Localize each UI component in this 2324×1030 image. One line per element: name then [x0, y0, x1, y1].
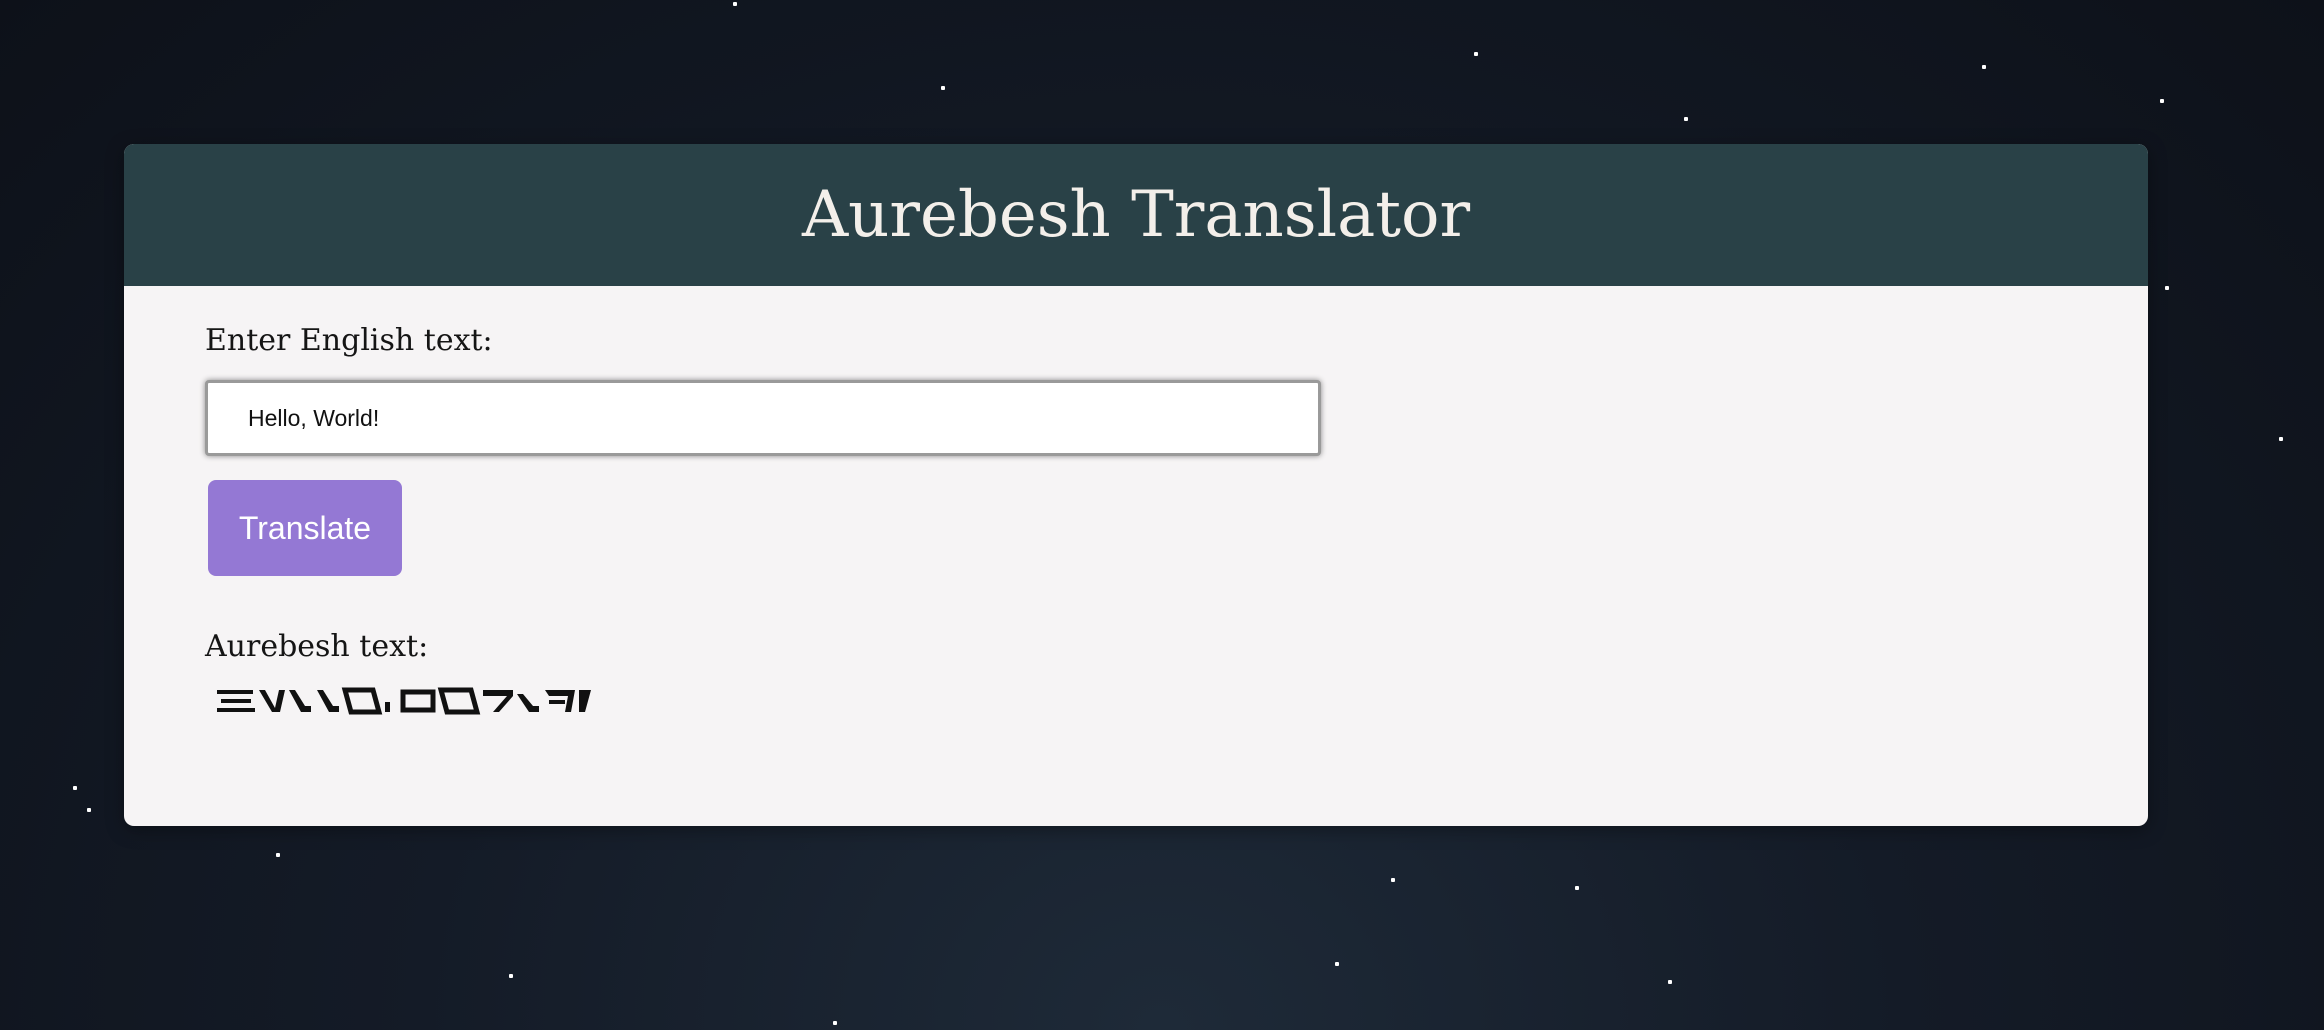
card-header: Aurebesh Translator: [124, 144, 2148, 286]
star: [87, 808, 91, 812]
aurebesh-glyph-l: [289, 690, 311, 712]
star: [1684, 117, 1688, 121]
star: [833, 1021, 837, 1025]
translator-card: Aurebesh Translator Enter English text: …: [124, 144, 2148, 826]
aurebesh-glyph-comma: [385, 702, 390, 712]
star: [1575, 886, 1579, 890]
aurebesh-glyphs: [217, 687, 591, 715]
aurebesh-glyph-h: [217, 690, 253, 694]
star: [2165, 286, 2169, 290]
output-label: Aurebesh text:: [205, 629, 429, 664]
star: [73, 786, 77, 790]
star: [941, 86, 945, 90]
aurebesh-glyph-o: [341, 687, 383, 715]
translate-button[interactable]: Translate: [208, 480, 402, 576]
star: [1391, 878, 1395, 882]
star: [2160, 99, 2164, 103]
aurebesh-output: [217, 684, 2067, 720]
aurebesh-glyph-e: [259, 690, 285, 712]
star: [1982, 65, 1986, 69]
page-title: Aurebesh Translator: [801, 178, 1471, 252]
star: [1668, 980, 1672, 984]
aurebesh-glyph-r: [483, 690, 513, 712]
star: [509, 974, 513, 978]
aurebesh-glyph-o: [437, 687, 481, 715]
star: [1335, 962, 1339, 966]
star: [733, 2, 737, 6]
star: [1474, 52, 1478, 56]
aurebesh-glyph-l: [317, 690, 339, 712]
card-body: Enter English text: Translate Aurebesh t…: [124, 286, 2148, 720]
input-label: Enter English text:: [205, 323, 493, 358]
aurebesh-glyph-exclamation: [579, 690, 591, 712]
english-text-input[interactable]: [205, 380, 1321, 456]
star: [276, 853, 280, 857]
aurebesh-glyph-w: [400, 689, 436, 713]
star: [2279, 437, 2283, 441]
aurebesh-glyph-l: [517, 694, 539, 712]
